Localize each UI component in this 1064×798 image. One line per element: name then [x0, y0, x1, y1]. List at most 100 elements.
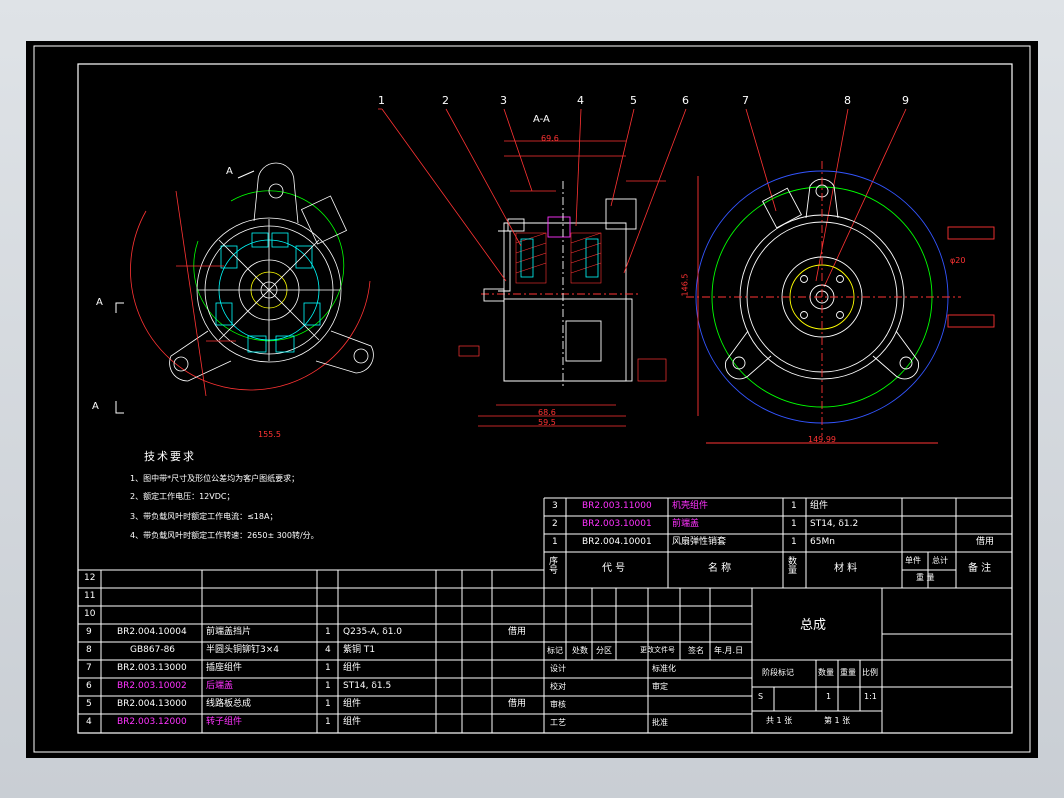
bom-l-qty-7: 1: [325, 663, 331, 673]
bom-u-mat-1: 65Mn: [810, 537, 835, 547]
bom-l-name-8: 半圆头铜铆钉3×4: [206, 645, 279, 655]
bom-l-qty-5: 1: [325, 699, 331, 709]
tb-approve-a: 审定: [652, 682, 668, 691]
drawing-title: 总成: [800, 618, 827, 633]
bom-u-name-1: 风扇弹性销套: [672, 537, 727, 547]
bom-u-qty-1: 1: [791, 537, 797, 547]
bom-h-total: 总计: [932, 556, 948, 565]
bom-l-mat-7: 组件: [343, 663, 362, 673]
balloon-9[interactable]: 9: [902, 95, 909, 106]
bom-l-mat-4: 组件: [343, 717, 362, 727]
bom-l-no-11: 11: [84, 591, 96, 601]
section-label: A-A: [533, 114, 550, 125]
bom-l-mat-5: 组件: [343, 699, 362, 709]
bom-l-no-8: 8: [86, 645, 92, 655]
view-mark-a-left-2: A: [92, 401, 99, 412]
bom-l-code-8: GB867-86: [130, 645, 176, 655]
tb-design: 设计: [550, 664, 566, 673]
bom-l-name-6: 后端盖: [206, 681, 234, 691]
outer-border: [33, 45, 1031, 753]
tb-process: 工艺: [550, 718, 566, 727]
tb-stage-val: S: [758, 692, 764, 701]
bom-l-no-10: 10: [84, 609, 96, 619]
bom-h-material: 材 料: [834, 563, 858, 574]
bom-l-code-9: BR2.004.10004: [117, 627, 187, 637]
bom-u-code-3: BR2.003.11000: [582, 501, 652, 511]
bom-l-qty-9: 1: [325, 627, 331, 637]
bom-l-name-4: 转子组件: [206, 717, 243, 727]
bom-h-note: 备 注: [968, 563, 992, 574]
dim-14999: 149.99: [808, 435, 836, 444]
bom-l-name-7: 插座组件: [206, 663, 243, 673]
bom-u-qty-3: 1: [791, 501, 797, 511]
bom-l-qty-4: 1: [325, 717, 331, 727]
bom-l-code-4: BR2.003.12000: [117, 717, 187, 727]
dim-1555: 155.5: [258, 430, 281, 439]
bom-l-qty-6: 1: [325, 681, 331, 691]
tech-title: 技术要求: [144, 450, 196, 463]
bom-l-no-12: 12: [84, 573, 96, 583]
balloon-8[interactable]: 8: [844, 95, 851, 106]
left-end-view: [130, 162, 374, 397]
dim-686: 68.6: [538, 408, 556, 417]
bom-l-name-5: 线路板总成: [206, 699, 252, 709]
tb-std: 标准化: [652, 664, 676, 673]
view-mark-a-top: A: [226, 166, 233, 177]
bom-l-no-6: 6: [86, 681, 92, 691]
balloon-6[interactable]: 6: [682, 95, 689, 106]
view-mark-a-left-1: A: [96, 297, 103, 308]
tb-check: 校对: [550, 682, 566, 691]
bom-l-code-5: BR2.004.13000: [117, 699, 187, 709]
bom-h-weight: 重 量: [916, 573, 935, 582]
balloon-2[interactable]: 2: [442, 95, 449, 106]
leader-lines: [378, 108, 907, 288]
tb-qty: 数量: [818, 668, 834, 677]
drawing-svg: [33, 45, 1031, 753]
bom-u-no-1: 1: [552, 537, 558, 547]
bom-h-name: 名 称: [708, 563, 732, 574]
bom-l-mat-9: Q235-A, δ1.0: [343, 627, 403, 637]
dim-696: 69.6: [541, 134, 559, 143]
balloon-1[interactable]: 1: [378, 95, 385, 106]
bom-u-mat-3: 组件: [810, 501, 829, 511]
tb-scale-val: 1:1: [864, 692, 877, 701]
bom-h-no: 序号: [549, 557, 559, 576]
tech-item-4: 4、带负载风叶时额定工作转速：2650± 300转/分。: [130, 531, 319, 540]
dim-phi20: φ20: [950, 256, 966, 265]
bom-h-single: 单件: [905, 556, 921, 565]
right-end-view: [686, 161, 995, 444]
bom-u-name-3: 机壳组件: [672, 501, 709, 511]
tb-sign: 签名: [688, 646, 704, 655]
bom-l-no-7: 7: [86, 663, 92, 673]
bom-u-note-1: 借用: [976, 537, 995, 547]
tb-count: 处数: [572, 646, 588, 655]
tech-item-1: 1、图中带*尺寸及形位公差均为客户图纸要求；: [130, 474, 300, 483]
bom-u-qty-2: 1: [791, 519, 797, 529]
balloon-5[interactable]: 5: [630, 95, 637, 106]
bom-h-qty: 数量: [788, 557, 798, 576]
tb-zone: 分区: [596, 646, 612, 655]
dim-1465: 146.5: [680, 273, 690, 297]
section-view: [458, 140, 667, 427]
bom-u-mat-2: ST14, δ1.2: [810, 519, 859, 529]
balloon-7[interactable]: 7: [742, 95, 749, 106]
bom-l-note-9: 借用: [508, 627, 527, 637]
bom-l-no-4: 4: [86, 717, 92, 727]
bom-u-no-3: 3: [552, 501, 558, 511]
tech-item-2: 2、额定工作电压：12VDC；: [130, 492, 235, 501]
tb-scale: 比例: [862, 668, 878, 677]
bom-u-code-2: BR2.003.10001: [582, 519, 652, 529]
bom-l-name-9: 前端盖挡片: [206, 627, 252, 637]
dim-595: 59.5: [538, 418, 556, 427]
bom-l-qty-8: 4: [325, 645, 331, 655]
tb-date: 年.月.日: [714, 646, 744, 655]
balloon-3[interactable]: 3: [500, 95, 507, 106]
drawing-canvas[interactable]: 1 2 3 4 5 6 7 8 9 A-A A A A 59.5 68.6 69…: [26, 41, 1038, 758]
tb-mark: 标记: [547, 646, 563, 655]
balloon-4[interactable]: 4: [577, 95, 584, 106]
tb-change-doc: 更改文件号: [640, 646, 675, 654]
section-marks: [115, 170, 255, 414]
bom-l-code-6: BR2.003.10002: [117, 681, 187, 691]
bom-l-note-5: 借用: [508, 699, 527, 709]
tb-weight: 重量: [840, 668, 856, 677]
